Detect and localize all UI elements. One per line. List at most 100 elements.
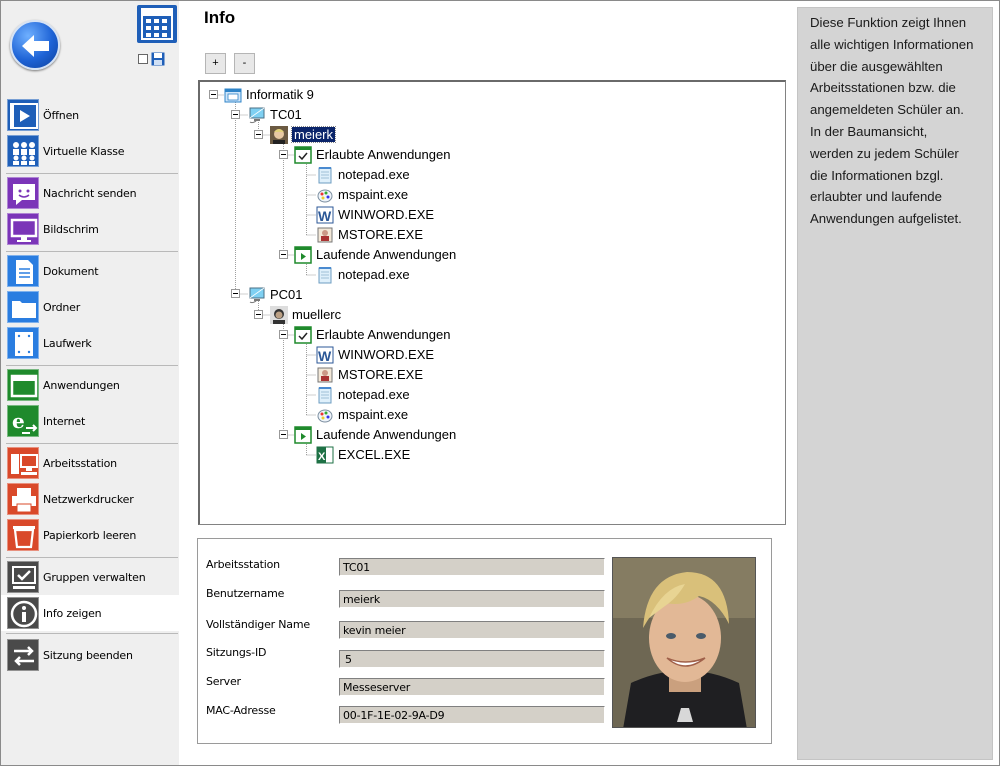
collapse-toggle[interactable] xyxy=(254,310,263,319)
mac-address-field[interactable]: 00-1F-1E-02-9A-D9 xyxy=(339,706,605,724)
arrow-left-icon xyxy=(22,35,49,57)
tree-node-app[interactable]: MSTORE.EXE xyxy=(316,365,423,384)
tree-node-class[interactable]: Informatik 9 xyxy=(224,85,314,104)
collapse-toggle[interactable] xyxy=(209,90,218,99)
sidebar-item-label: Papierkorb leeren xyxy=(43,528,137,542)
trash-icon xyxy=(7,519,39,551)
sidebar-item-netzwerkdrucker[interactable]: Netzwerkdrucker xyxy=(1,481,179,517)
collapse-all-button[interactable]: - xyxy=(234,53,255,74)
tree-node-label: Laufende Anwendungen xyxy=(316,427,457,442)
tree-node-label: notepad.exe xyxy=(338,167,410,182)
allowed-apps-icon xyxy=(294,145,312,164)
collapse-toggle[interactable] xyxy=(279,330,288,339)
tree-node-workstation[interactable]: PC01 xyxy=(248,285,303,304)
help-line: Diese Funktion zeigt Ihnen xyxy=(810,15,967,30)
tree-node-allowed-apps[interactable]: Erlaubte Anwendungen xyxy=(294,145,450,164)
tree-node-label: Erlaubte Anwendungen xyxy=(316,327,451,342)
tree-node-app[interactable]: mspaint.exe xyxy=(316,185,408,204)
back-button[interactable] xyxy=(10,20,60,70)
mstore-icon xyxy=(316,226,334,244)
computer-icon xyxy=(248,106,266,124)
sidebar-item-info-zeigen[interactable]: Info zeigen xyxy=(1,595,179,631)
chat-icon xyxy=(7,177,39,209)
tree-node-label: PC01 xyxy=(270,287,303,302)
collapse-toggle[interactable] xyxy=(279,430,288,439)
tree-node-app[interactable]: notepad.exe xyxy=(316,165,410,184)
sidebar-item-ordner[interactable]: Ordner xyxy=(1,289,179,325)
notepad-icon xyxy=(316,166,334,184)
folder-icon xyxy=(7,291,39,323)
sidebar-item-bildschrim[interactable]: Bildschrim xyxy=(1,211,179,247)
excel-icon: X xyxy=(316,446,334,464)
tree-node-label: MSTORE.EXE xyxy=(338,367,424,382)
collapse-toggle[interactable] xyxy=(231,110,240,119)
sidebar-item-dokument[interactable]: Dokument xyxy=(1,253,179,289)
tree-node-app[interactable]: W WINWORD.EXE xyxy=(316,345,434,364)
tree-node-app[interactable]: mspaint.exe xyxy=(316,405,408,424)
tree-node-label: notepad.exe xyxy=(338,387,410,402)
tree-node-label: mspaint.exe xyxy=(338,187,409,202)
sidebar-item-laufwerk[interactable]: Laufwerk xyxy=(1,325,179,361)
save-checkbox[interactable] xyxy=(138,54,148,64)
tree-view[interactable]: Informatik 9 TC01 meierk Erlaubte Anwend… xyxy=(198,80,786,525)
divider xyxy=(6,557,178,558)
tree-node-workstation[interactable]: TC01 xyxy=(248,105,302,124)
logout-icon xyxy=(7,639,39,671)
tree-node-label: mspaint.exe xyxy=(338,407,409,422)
tree-node-label: MSTORE.EXE xyxy=(338,227,424,242)
tree-node-app[interactable]: MSTORE.EXE xyxy=(316,225,423,244)
sidebar-item-label: Netzwerkdrucker xyxy=(43,492,134,506)
drive-icon xyxy=(7,327,39,359)
sidebar-item-oeffnen[interactable]: Öffnen xyxy=(1,97,179,133)
tree-node-app[interactable]: X EXCEL.EXE xyxy=(316,445,410,464)
tree-node-user[interactable]: meierk xyxy=(270,125,337,144)
tree-node-allowed-apps[interactable]: Erlaubte Anwendungen xyxy=(294,325,450,344)
tree-node-label: TC01 xyxy=(270,107,302,122)
sidebar-item-papierkorb-leeren[interactable]: Papierkorb leeren xyxy=(1,517,179,553)
page-title: Info xyxy=(204,8,236,27)
divider xyxy=(6,443,178,444)
svg-text:X: X xyxy=(318,451,326,463)
sidebar-item-label: Öffnen xyxy=(43,108,79,122)
help-line: über die ausgewählten xyxy=(810,58,943,74)
tree-node-label: muellerc xyxy=(292,307,342,322)
play-icon xyxy=(7,99,39,131)
sidebar-item-anwendungen[interactable]: Anwendungen xyxy=(1,367,179,403)
tree-node-app[interactable]: notepad.exe xyxy=(316,385,410,404)
floppy-disk-icon[interactable] xyxy=(151,52,165,66)
tree-node-app[interactable]: W WINWORD.EXE xyxy=(316,205,434,224)
word-icon: W xyxy=(316,206,334,224)
sidebar-item-label: Anwendungen xyxy=(43,378,120,392)
tree-node-running-apps[interactable]: Laufende Anwendungen xyxy=(294,425,456,444)
running-apps-icon xyxy=(294,425,312,444)
collapse-toggle[interactable] xyxy=(279,250,288,259)
tree-node-running-apps[interactable]: Laufende Anwendungen xyxy=(294,245,456,264)
sidebar-item-label: Internet xyxy=(43,414,86,428)
running-apps-icon xyxy=(294,245,312,264)
fullname-field[interactable]: kevin meier xyxy=(339,621,605,639)
expand-all-button[interactable]: + xyxy=(205,53,226,74)
help-line: Arbeitsstationen bzw. die xyxy=(810,80,956,96)
tree-node-user[interactable]: muellerc xyxy=(270,305,341,324)
sidebar-item-nachricht-senden[interactable]: Nachricht senden xyxy=(1,175,179,211)
divider xyxy=(6,251,178,252)
mstore-icon xyxy=(316,366,334,384)
server-field[interactable]: Messeserver xyxy=(339,678,605,696)
sidebar-item-virtuelle-klasse[interactable]: Virtuelle Klasse xyxy=(1,133,179,169)
collapse-toggle[interactable] xyxy=(279,150,288,159)
mac-address-label: MAC-Adresse xyxy=(206,704,276,717)
workstation-field[interactable]: TC01 xyxy=(339,558,605,576)
tree-node-app[interactable]: notepad.exe xyxy=(316,265,410,284)
class-grid-icon[interactable] xyxy=(137,5,177,43)
svg-text:e: e xyxy=(12,409,25,433)
sidebar-item-gruppen-verwalten[interactable]: Gruppen verwalten xyxy=(1,559,179,595)
username-field[interactable]: meierk xyxy=(339,590,605,608)
session-id-field[interactable]: 5 xyxy=(339,650,605,668)
sidebar-item-arbeitsstation[interactable]: Arbeitsstation xyxy=(1,445,179,481)
sidebar-item-internet[interactable]: e Internet xyxy=(1,403,179,439)
divider xyxy=(6,633,178,634)
collapse-toggle[interactable] xyxy=(254,130,263,139)
collapse-toggle[interactable] xyxy=(231,289,240,298)
sidebar-item-sitzung-beenden[interactable]: Sitzung beenden xyxy=(1,637,179,673)
internet-icon: e xyxy=(7,405,39,437)
